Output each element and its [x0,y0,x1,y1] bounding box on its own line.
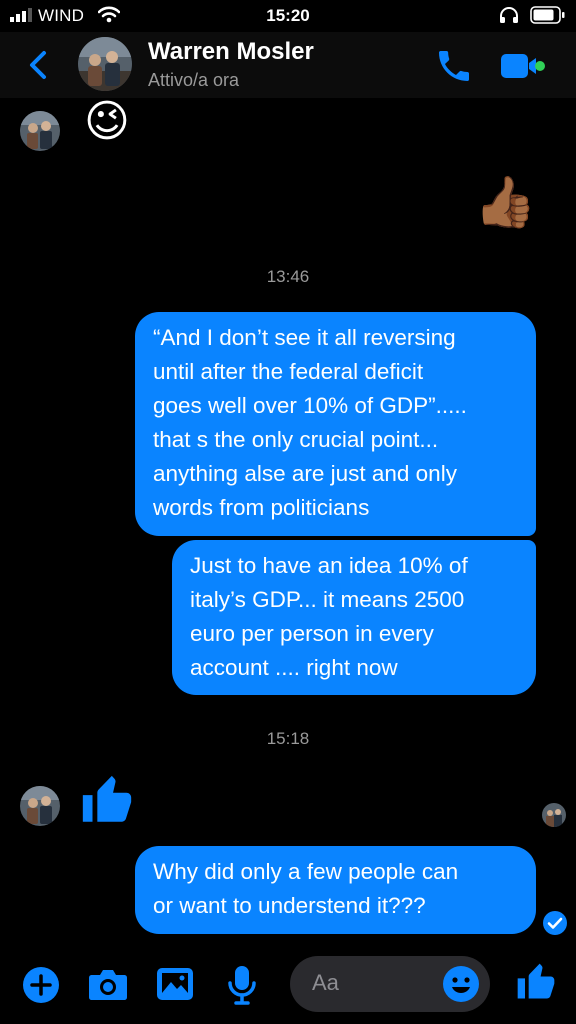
battery-icon [530,6,565,24]
emoji-icon[interactable] [442,965,480,1003]
clock: 15:20 [266,6,310,25]
message-input[interactable]: Aa [290,956,490,1012]
phone-call-icon[interactable] [434,46,474,86]
video-call-icon[interactable] [500,48,546,84]
camera-icon[interactable] [88,966,128,1002]
gallery-icon[interactable] [156,966,194,1002]
timestamp-1346: 13:46 [266,267,310,286]
microphone-icon[interactable] [226,964,258,1006]
composer-bar: Aa [0,952,576,1024]
status-bar: WIND 15:20 [0,0,576,32]
incoming-like-icon[interactable] [78,771,136,829]
timestamp-1518: 15:18 [266,729,310,748]
incoming-wink-emoji[interactable]: 😉 [84,97,130,147]
sender-avatar[interactable] [20,111,60,151]
read-receipt-avatar [542,803,566,827]
outgoing-message-bubble[interactable]: Why did only a few people can or want to… [135,846,536,934]
sender-avatar[interactable] [20,786,60,826]
headphones-icon [500,7,518,23]
outgoing-message-bubble[interactable]: Just to have an idea 10% of italy’s GDP.… [172,540,536,695]
delivered-check-icon [543,911,567,935]
outgoing-thumbs-up-emoji[interactable]: 👍🏾 [474,174,536,230]
chat-header: Warren Mosler Attivo/a ora [0,32,576,98]
message-input-placeholder: Aa [312,970,339,995]
plus-icon[interactable] [22,966,60,1004]
contact-avatar[interactable] [78,37,132,91]
contact-name[interactable]: Warren Mosler [148,38,314,66]
back-chevron-icon[interactable] [22,47,58,83]
presence-status: Attivo/a ora [148,70,240,90]
like-icon[interactable] [514,960,558,1004]
outgoing-message-bubble[interactable]: “And I don’t see it all reversing until … [135,312,536,536]
